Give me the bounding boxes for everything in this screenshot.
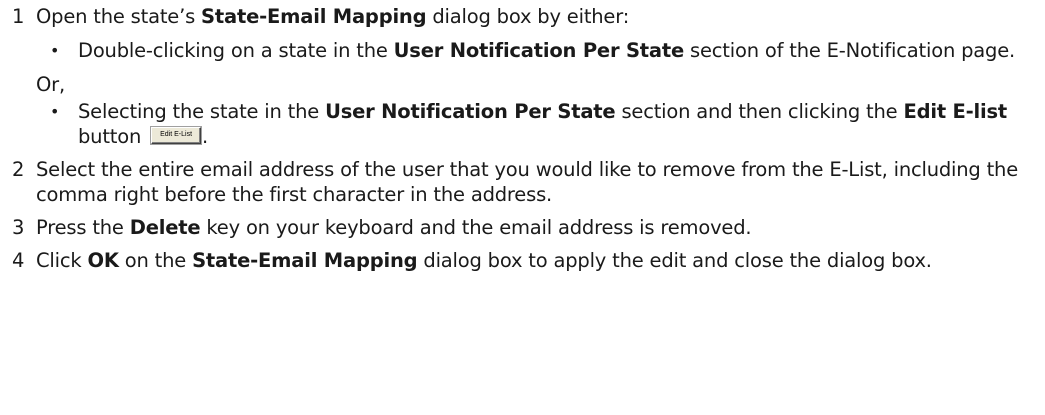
edit-elist-button[interactable]: Edit E-List bbox=[151, 127, 202, 144]
dialog-name: State-Email Mapping bbox=[201, 5, 427, 28]
step-text-part: key on your keyboard and the email addre… bbox=[200, 216, 752, 239]
step-text-part: Click bbox=[36, 249, 88, 272]
step-number: 3 bbox=[12, 216, 25, 239]
bullet-text-part: button bbox=[78, 125, 148, 148]
bullet-dot: • bbox=[50, 41, 60, 60]
bullet-text: Double-clicking on a state in the User N… bbox=[78, 38, 1025, 63]
step-1: 1 Open the state’s State-Email Mapping d… bbox=[0, 4, 1045, 29]
step-3: 3 Press the Delete key on your keyboard … bbox=[0, 215, 1045, 240]
key-name: Delete bbox=[129, 216, 201, 239]
section-name: User Notification Per State bbox=[393, 39, 685, 62]
bullet-text-part: Double-clicking on a state in the bbox=[78, 39, 394, 62]
section-name: User Notification Per State bbox=[325, 100, 616, 123]
or-separator: Or, bbox=[36, 73, 65, 96]
step-text: Select the entire email address of the u… bbox=[36, 158, 1019, 206]
bullet-item: • Selecting the state in the User Notifi… bbox=[50, 99, 1045, 149]
step-4: 4 Click OK on the State-Email Mapping di… bbox=[0, 248, 1045, 273]
bullet-text-part: . bbox=[202, 125, 209, 148]
instruction-document: 1 Open the state’s State-Email Mapping d… bbox=[0, 0, 1045, 415]
bullet-text-part: section of the E-Notification page. bbox=[684, 39, 1015, 62]
dialog-name: State-Email Mapping bbox=[192, 249, 418, 272]
step-text: Open the state’s State-Email Mapping dia… bbox=[36, 4, 1045, 29]
step-number: 1 bbox=[12, 5, 25, 28]
step-text-part: dialog box to apply the edit and close t… bbox=[417, 249, 932, 272]
bullet-text-part: Selecting the state in the bbox=[78, 100, 326, 123]
step-text-part: Open the state’s bbox=[36, 5, 202, 28]
button-name: OK bbox=[87, 249, 119, 272]
step-text-part: Press the bbox=[36, 216, 130, 239]
button-name: Edit E-list bbox=[903, 100, 1008, 123]
step-2: 2 Select the entire email address of the… bbox=[0, 157, 1045, 207]
step-text-part: dialog box by either: bbox=[426, 5, 630, 28]
bullet-text-part: section and then clicking the bbox=[615, 100, 904, 123]
step-text-part: on the bbox=[118, 249, 193, 272]
bullet-item: • Double-clicking on a state in the User… bbox=[50, 38, 1045, 63]
bullet-dot: • bbox=[50, 102, 60, 121]
bullet-text: Selecting the state in the User Notifica… bbox=[78, 99, 1025, 149]
step-text: Click OK on the State-Email Mapping dial… bbox=[36, 248, 1045, 273]
step-number: 4 bbox=[12, 249, 25, 272]
step-number: 2 bbox=[12, 158, 25, 181]
step-text: Press the Delete key on your keyboard an… bbox=[36, 215, 1045, 240]
